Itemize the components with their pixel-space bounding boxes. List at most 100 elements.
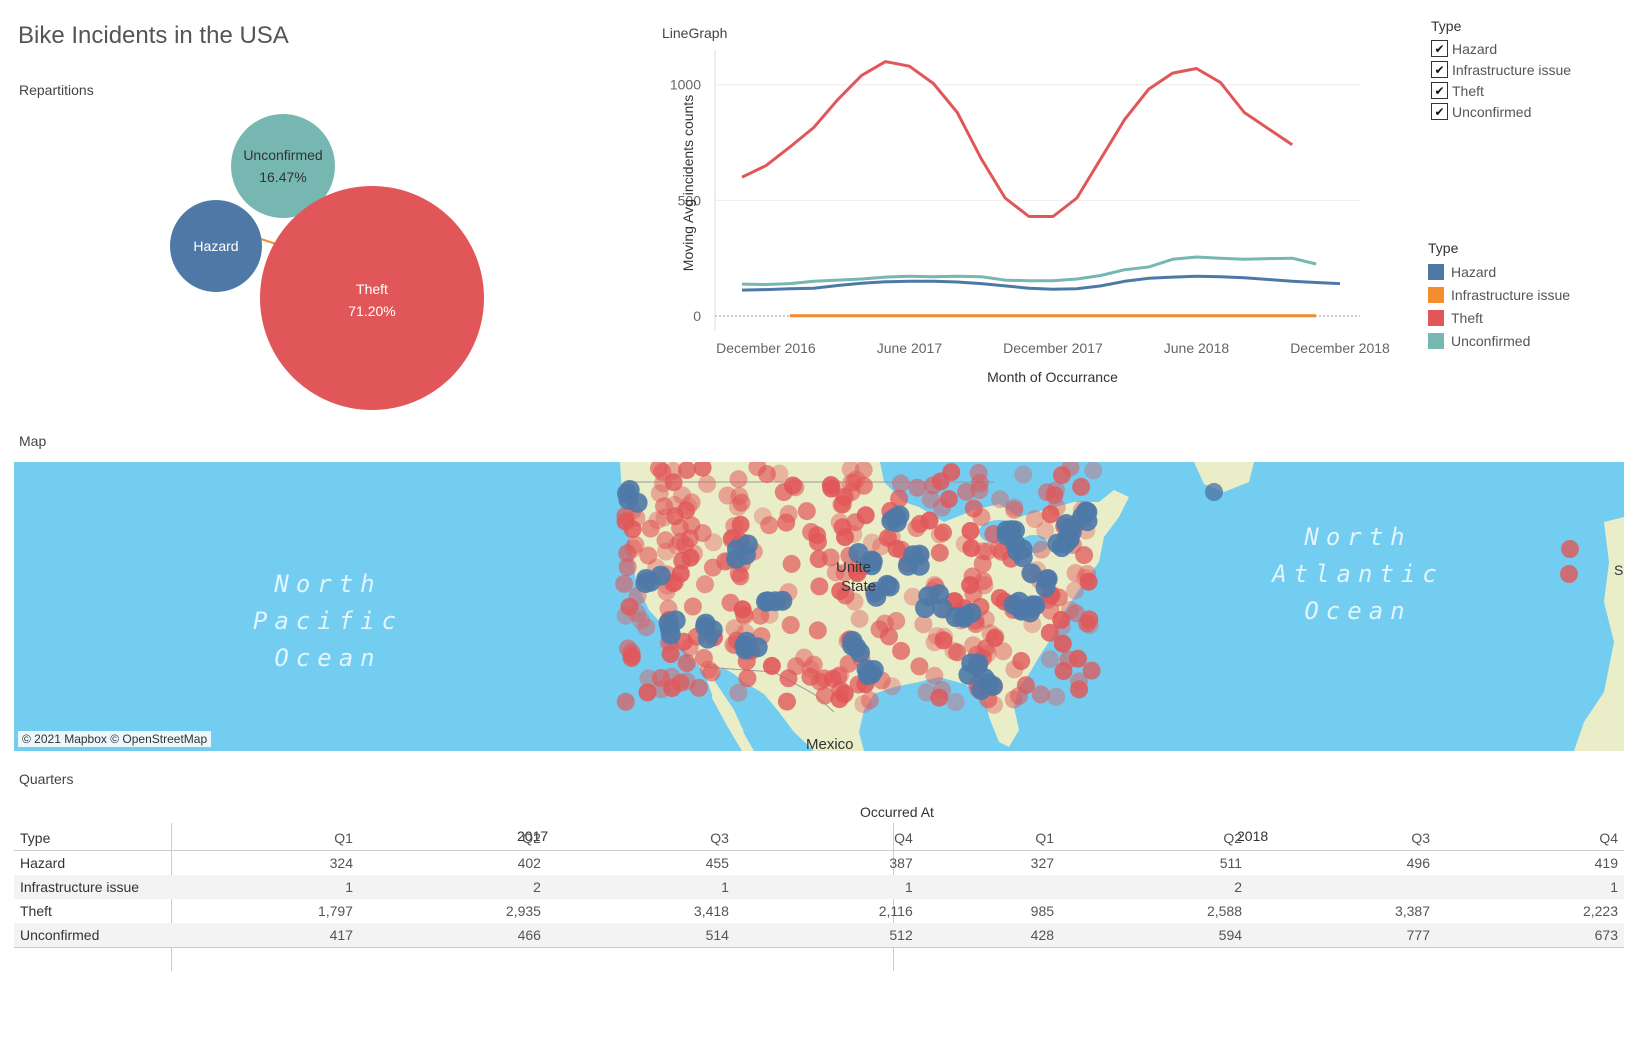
table-row[interactable]: Unconfirmed 417 466 514 512 428 594 777 … bbox=[14, 923, 1624, 948]
incident-point bbox=[930, 543, 949, 562]
linegraph-label: LineGraph bbox=[662, 25, 728, 41]
table-cell: 402 bbox=[517, 855, 541, 871]
incident-point bbox=[850, 609, 869, 628]
incident-point bbox=[650, 484, 669, 503]
ocean-atlantic-line3: Ocean bbox=[1304, 597, 1411, 625]
row-label: Unconfirmed bbox=[14, 923, 171, 948]
incident-point bbox=[729, 470, 748, 489]
incident-point bbox=[994, 642, 1013, 661]
incident-point bbox=[842, 635, 863, 656]
incident-map[interactable]: North Pacific Ocean North Atlantic Ocean… bbox=[14, 462, 1624, 751]
table-cell: 428 bbox=[918, 923, 1061, 948]
incident-point bbox=[897, 555, 918, 576]
quarter-header: Q2 bbox=[1223, 830, 1243, 846]
map-label: Map bbox=[19, 433, 47, 449]
filter-item-hazard[interactable]: ✔ Hazard bbox=[1431, 38, 1571, 59]
filter-item-infrastructure[interactable]: ✔ Infrastructure issue bbox=[1431, 59, 1571, 80]
incident-point bbox=[1016, 676, 1035, 695]
table-cell bbox=[1248, 875, 1436, 899]
incident-point bbox=[725, 517, 744, 536]
table-cell: 1 bbox=[171, 875, 359, 899]
incident-point bbox=[757, 591, 778, 612]
incident-point bbox=[1072, 477, 1091, 496]
table-cell: 3,387 bbox=[1394, 903, 1430, 919]
incident-point bbox=[718, 486, 737, 505]
row-header-title: Type bbox=[20, 830, 51, 846]
table-cell: 387 bbox=[889, 855, 913, 871]
incident-point bbox=[908, 478, 927, 497]
ocean-atlantic-line1: North bbox=[1303, 523, 1411, 551]
ocean-atlantic-line2: Atlantic bbox=[1270, 560, 1444, 588]
checkbox-unconfirmed[interactable]: ✔ bbox=[1431, 103, 1448, 120]
incident-point bbox=[891, 474, 910, 493]
filter-item-unconfirmed[interactable]: ✔ Unconfirmed bbox=[1431, 101, 1571, 122]
table-cell: 466 bbox=[358, 923, 547, 948]
bubble-theft-pct: 71.20% bbox=[348, 303, 395, 319]
table-cell: 673 bbox=[1436, 923, 1624, 948]
incident-point bbox=[1031, 685, 1050, 704]
incident-point bbox=[920, 511, 939, 530]
table-row[interactable]: Theft 1,797 2,935 3,418 2,116 985 2,588 … bbox=[14, 899, 1624, 923]
table-row[interactable]: Infrastructure issue 1 2 1 1 2 1 bbox=[14, 875, 1624, 899]
incident-point bbox=[914, 615, 933, 634]
legend-swatch-infrastructure bbox=[1428, 286, 1444, 303]
incident-point bbox=[1076, 568, 1095, 587]
table-cell: 2,588 bbox=[1206, 903, 1243, 919]
ocean-pacific-line1: North bbox=[273, 570, 381, 598]
incident-point bbox=[974, 572, 993, 590]
incident-point bbox=[1025, 510, 1044, 528]
table-cell: 1 bbox=[734, 875, 919, 899]
incident-point bbox=[753, 507, 772, 526]
incident-point bbox=[815, 669, 833, 688]
legend-item-hazard[interactable]: Hazard bbox=[1428, 260, 1570, 283]
incident-point bbox=[762, 656, 781, 675]
table-cell: 1 bbox=[546, 875, 735, 899]
place-label-mexico: Mexico bbox=[806, 736, 854, 751]
incident-point bbox=[632, 611, 650, 630]
incident-point bbox=[1075, 546, 1094, 565]
table-cell: 2,935 bbox=[505, 903, 541, 919]
incident-point bbox=[787, 657, 806, 676]
legend-item-unconfirmed[interactable]: Unconfirmed bbox=[1428, 329, 1570, 352]
table-cell: 511 bbox=[1219, 855, 1243, 871]
table-cell: 327 bbox=[1030, 855, 1055, 871]
checkbox-hazard[interactable]: ✔ bbox=[1431, 40, 1448, 57]
line-chart: 05001000December 2016 June 2017 December 2… bbox=[670, 50, 1390, 385]
table-header-row: Type Q1 Q2 Q3 Q4 Q1 Q2 Q3 Q4 bbox=[14, 826, 1624, 851]
legend-item-infrastructure[interactable]: Infrastructure issue bbox=[1428, 283, 1570, 306]
row-label: Infrastructure issue bbox=[14, 875, 171, 899]
table-cell: 1,797 bbox=[317, 903, 353, 919]
type-filter: Type ✔ Hazard ✔ Infrastructure issue ✔ Thef… bbox=[1431, 18, 1571, 122]
incident-point bbox=[842, 483, 861, 501]
incident-point bbox=[1004, 690, 1023, 709]
incident-point bbox=[618, 558, 637, 576]
map-canvas[interactable]: North Pacific Ocean North Atlantic Ocean… bbox=[14, 462, 1624, 751]
incident-point bbox=[1069, 649, 1087, 668]
incident-point bbox=[1070, 672, 1088, 691]
incident-point bbox=[802, 523, 821, 541]
incident-point bbox=[786, 478, 805, 497]
incident-point bbox=[622, 649, 641, 667]
incident-point bbox=[731, 567, 750, 586]
incident-point bbox=[779, 505, 798, 523]
incident-point bbox=[835, 685, 854, 704]
bubble-theft[interactable] bbox=[260, 186, 484, 410]
incident-point bbox=[809, 550, 828, 568]
incident-point bbox=[1053, 634, 1072, 653]
table-cell: 496 bbox=[1406, 855, 1430, 871]
table-cell: 2,116 bbox=[878, 903, 913, 919]
table-row[interactable]: Hazard 324 402 455 387 327 511 496 419 bbox=[14, 851, 1624, 876]
series-line-hazard bbox=[741, 274, 1341, 292]
filter-item-theft[interactable]: ✔ Theft bbox=[1431, 80, 1571, 101]
incident-point bbox=[892, 641, 911, 660]
incident-point bbox=[677, 654, 696, 672]
legend-swatch-unconfirmed bbox=[1428, 332, 1444, 349]
incident-point bbox=[961, 653, 982, 674]
incident-point bbox=[1021, 597, 1042, 618]
incident-point bbox=[648, 511, 667, 530]
incident-point bbox=[860, 691, 879, 710]
quarter-header: Q4 bbox=[894, 830, 913, 846]
checkbox-theft[interactable]: ✔ bbox=[1431, 82, 1448, 99]
legend-item-theft[interactable]: Theft bbox=[1428, 306, 1570, 329]
checkbox-infrastructure[interactable]: ✔ bbox=[1431, 61, 1448, 78]
